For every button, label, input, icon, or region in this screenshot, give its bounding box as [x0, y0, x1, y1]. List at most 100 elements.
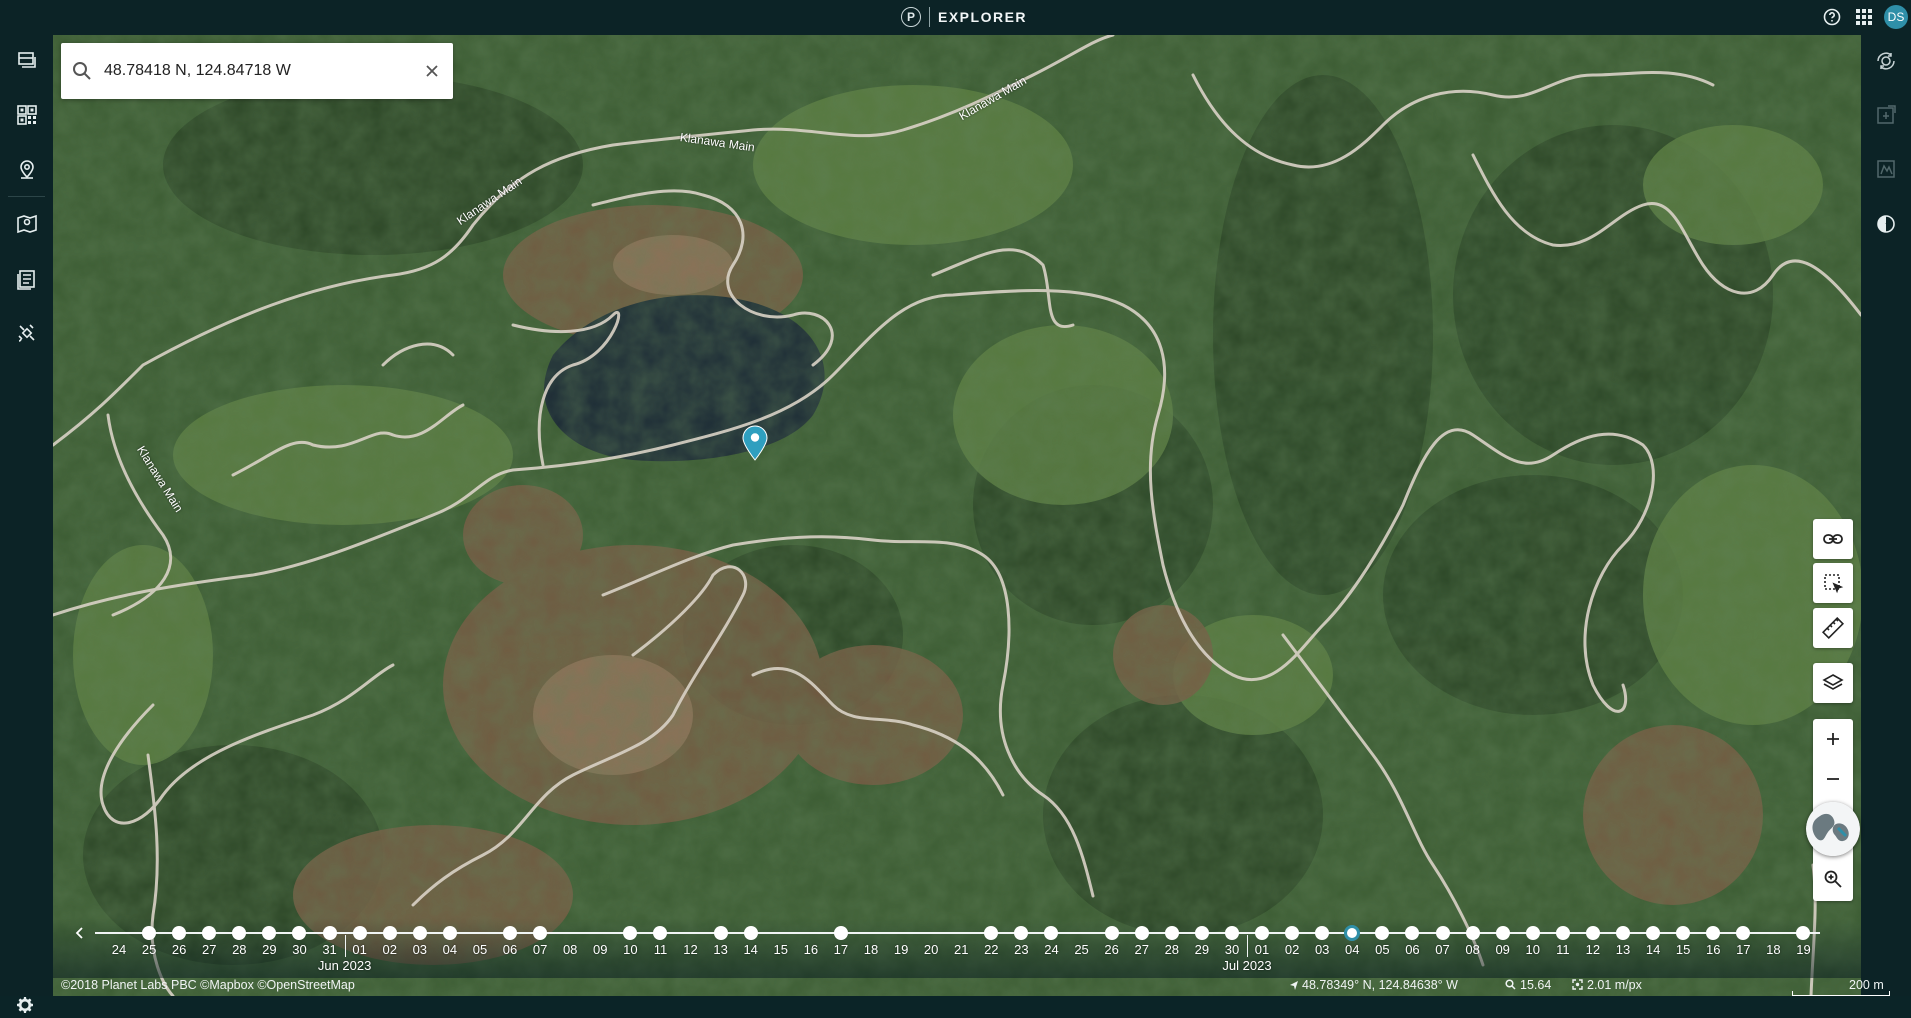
timeline-dot[interactable] [1616, 926, 1630, 940]
timeline-day-label: 08 [562, 942, 578, 957]
timeline-dot[interactable] [1796, 926, 1811, 940]
timeline-dot[interactable] [653, 926, 668, 940]
timeline-dot[interactable] [1465, 926, 1480, 940]
month-divider [1247, 935, 1248, 957]
timeline-dot-selected[interactable] [1344, 925, 1361, 941]
planet-logo-icon: P [901, 7, 921, 27]
timeline-dot[interactable] [1646, 926, 1661, 940]
user-avatar[interactable]: DS [1884, 5, 1908, 29]
share-link-button[interactable] [1813, 519, 1853, 559]
timeline-day-label: 20 [923, 942, 939, 957]
timeline-day-label: 23 [1014, 942, 1029, 957]
timeline-day-label: 06 [502, 942, 518, 957]
timeline-dot[interactable] [1104, 926, 1119, 940]
timeline-dot[interactable] [262, 926, 277, 940]
timeline-day-label: 06 [1405, 942, 1420, 957]
globe-icon[interactable] [1806, 802, 1860, 856]
timeline-dot[interactable] [623, 926, 638, 940]
timeline-dot[interactable] [984, 926, 999, 940]
timeline-day-label: 28 [232, 942, 247, 957]
timeline-dot[interactable] [833, 926, 848, 940]
satellite-map[interactable] [53, 35, 1861, 996]
timeline-dot[interactable] [1224, 926, 1239, 940]
apps-grid-icon[interactable] [1850, 3, 1878, 31]
timeline-dot[interactable] [1044, 926, 1059, 940]
timeline-day-label: 29 [262, 942, 277, 957]
timeline-dot[interactable] [1164, 926, 1179, 940]
compare-icon[interactable] [1861, 202, 1911, 246]
timeline-day-label: 13 [713, 942, 728, 957]
cursor-coordinates: 48.78349° N, 124.84638° W [1289, 978, 1458, 992]
timeline-dot[interactable] [202, 926, 217, 940]
timeline-dot[interactable] [1315, 926, 1330, 940]
location-marker-icon[interactable] [742, 425, 768, 461]
top-bar: P EXPLORER DS [0, 0, 1911, 35]
timeline-dot[interactable] [322, 926, 337, 940]
help-icon[interactable] [1818, 3, 1846, 31]
zoom-search-icon[interactable] [1813, 859, 1853, 899]
timeline-dot[interactable] [142, 926, 157, 940]
timeline-day-label: 12 [683, 942, 698, 957]
zoom-in-button[interactable] [1813, 719, 1853, 759]
list-icon[interactable] [0, 257, 53, 301]
timeline-dot[interactable] [1706, 926, 1721, 940]
timeline-day-label: 19 [1796, 942, 1811, 957]
timeline-day-label: 10 [623, 942, 638, 957]
timeline-prev-button[interactable] [73, 922, 87, 944]
timeline-day-label: 09 [1495, 942, 1510, 957]
export-icon[interactable] [1861, 93, 1911, 137]
timeline-day-label: 15 [1675, 942, 1691, 957]
timeline-dot[interactable] [1134, 926, 1149, 940]
timeline-dot[interactable] [1676, 926, 1691, 940]
timeline-dot[interactable] [1495, 926, 1510, 940]
resolution-icon [1572, 979, 1583, 990]
location-pin-icon[interactable] [0, 147, 53, 191]
qr-grid-icon[interactable] [0, 93, 53, 137]
timeline-dot[interactable] [1014, 926, 1029, 940]
timeline-dot[interactable] [1736, 926, 1751, 940]
resolution-readout: 2.01 m/px [1572, 978, 1642, 992]
timeline-dot[interactable] [1405, 926, 1420, 940]
timeline-dot[interactable] [1525, 926, 1540, 940]
timeline-day-label: 16 [803, 942, 819, 957]
timeline-day-label: 24 [111, 942, 127, 957]
timeline-dot[interactable] [352, 926, 367, 940]
timeline-dot[interactable] [292, 926, 307, 940]
timeline-day-label: 24 [1044, 942, 1059, 957]
timeline-dot[interactable] [412, 926, 427, 940]
timeline-dot[interactable] [1375, 926, 1390, 940]
timeline-day-label: 10 [1525, 942, 1540, 957]
analytics-icon[interactable] [1861, 147, 1911, 191]
timeline-dot[interactable] [382, 926, 397, 940]
timeline-dot[interactable] [442, 926, 457, 940]
close-icon[interactable] [421, 60, 443, 82]
timeline-day-label: 03 [412, 942, 428, 957]
timeline-dot[interactable] [1555, 926, 1570, 940]
satellite-icon[interactable] [0, 311, 53, 355]
timeline-day-label: 07 [1435, 942, 1450, 957]
timeline-day-label: 13 [1615, 942, 1631, 957]
timeline-dot[interactable] [743, 926, 758, 940]
layers-stack-icon[interactable] [0, 39, 53, 83]
timeline-dot[interactable] [172, 926, 187, 940]
timeline-dot[interactable] [1585, 926, 1600, 940]
timeline-dot[interactable] [503, 926, 518, 940]
timeline-day-label: 17 [833, 942, 849, 957]
zoom-out-button[interactable] [1813, 759, 1853, 799]
app-title: EXPLORER [938, 9, 1028, 25]
timelapse-icon[interactable] [1861, 39, 1911, 83]
timeline-dot[interactable] [232, 926, 247, 940]
layers-button[interactable] [1813, 663, 1853, 703]
map-pin-icon[interactable] [0, 202, 53, 246]
search-input[interactable] [104, 62, 404, 80]
timeline-dot[interactable] [1194, 926, 1209, 940]
timeline-dot[interactable] [1255, 926, 1270, 940]
timeline-day-label: 26 [1104, 942, 1119, 957]
timeline-dot[interactable] [713, 926, 728, 940]
timeline-dot[interactable] [1285, 926, 1300, 940]
ruler-button[interactable] [1813, 608, 1853, 648]
select-area-button[interactable] [1813, 563, 1853, 603]
timeline-dot[interactable] [1435, 926, 1450, 940]
timeline-dot[interactable] [533, 926, 548, 940]
timeline-day-label: 05 [1375, 942, 1390, 957]
